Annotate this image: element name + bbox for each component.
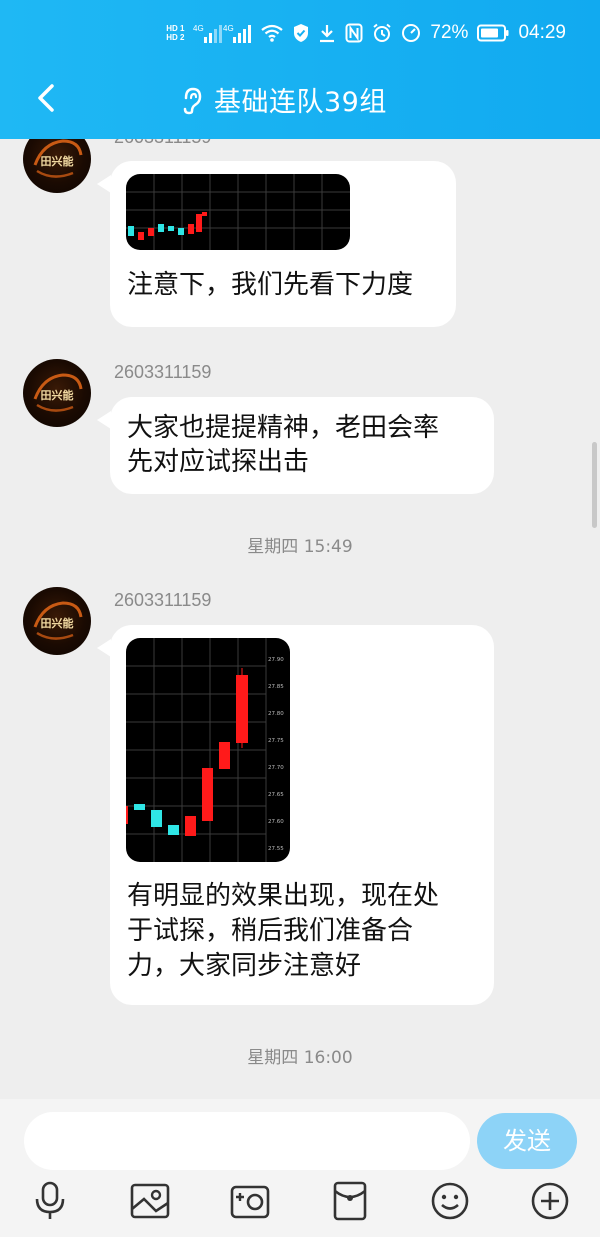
candlestick-chart-image[interactable] <box>126 174 350 250</box>
chat-title: 基础连队39组 <box>214 87 387 118</box>
svg-text:4G: 4G <box>223 24 234 33</box>
timestamp: 星期四 15:49 <box>247 537 353 557</box>
message-text-line: 大家也提提精神，老田会率 <box>127 413 440 443</box>
emoji-icon[interactable] <box>428 1179 472 1223</box>
bubble-tail <box>97 639 111 657</box>
chart-tick-label: 27.90 <box>268 657 284 663</box>
camera-icon[interactable] <box>228 1179 272 1223</box>
plus-icon[interactable] <box>528 1179 572 1223</box>
svg-text:4G: 4G <box>193 24 204 33</box>
composer-toolbar <box>0 1179 600 1229</box>
back-chevron-icon[interactable] <box>30 80 66 116</box>
sender-name: 2603311159 <box>114 590 212 610</box>
chart-tick-label: 27.80 <box>268 711 284 717</box>
bubble-tail <box>97 411 111 429</box>
send-button[interactable]: 发送 <box>477 1113 577 1169</box>
candlestick-chart-image[interactable]: 27.90 27.85 27.80 27.75 27.70 27.65 27.6… <box>126 638 290 862</box>
message-input[interactable] <box>24 1112 470 1170</box>
chart-tick-label: 27.55 <box>268 846 284 852</box>
speed-icon <box>402 24 421 42</box>
download-icon <box>320 25 335 43</box>
battery-percent: 72% <box>430 22 469 43</box>
ear-icon[interactable] <box>178 85 204 115</box>
composer-bar: 发送 <box>0 1099 600 1237</box>
status-bar: HD 1 HD 2 4G 4G 72% 04:29 <box>0 14 600 54</box>
svg-text:田兴能: 田兴能 <box>41 154 74 168</box>
chart-tick-label: 27.85 <box>268 684 284 690</box>
message-bubble[interactable]: 大家也提提精神，老田会率 先对应试探出击 <box>110 397 494 494</box>
chart-tick-label: 27.70 <box>268 765 284 771</box>
shield-icon <box>294 24 309 42</box>
sender-name: 2603311159 <box>114 139 211 148</box>
sender-name: 2603311159 <box>114 362 212 382</box>
message-text-line: 于试探，稍后我们准备合 <box>127 916 414 946</box>
nav-bar: 基础连队39组 <box>0 72 600 128</box>
dragon-logo-icon: 田兴能 <box>33 601 83 640</box>
hd-indicator: HD 1 HD 2 <box>166 24 185 42</box>
nfc-icon <box>345 23 363 43</box>
scrollbar[interactable] <box>592 442 597 528</box>
svg-text:田兴能: 田兴能 <box>41 388 74 402</box>
svg-text:田兴能: 田兴能 <box>41 616 74 630</box>
clock: 04:29 <box>518 22 566 43</box>
chart-tick-label: 27.60 <box>268 819 284 825</box>
message-text-line: 有明显的效果出现，现在处 <box>127 881 440 911</box>
message-bubble[interactable]: 注意下，我们先看下力度 <box>110 161 456 327</box>
red-packet-icon[interactable] <box>328 1179 372 1223</box>
avatar[interactable]: 田兴能 <box>23 139 91 193</box>
message-list[interactable]: 田兴能 2603311159 注意下，我们先看下力度 田兴能 <box>0 139 600 1099</box>
message-text-line: 力，大家同步注意好 <box>127 951 362 981</box>
bubble-tail <box>97 175 111 193</box>
image-icon[interactable] <box>128 1179 172 1223</box>
timestamp: 星期四 16:00 <box>247 1048 353 1068</box>
chart-tick-label: 27.75 <box>268 738 284 744</box>
chart-tick-label: 27.65 <box>268 792 284 798</box>
avatar[interactable]: 田兴能 <box>23 359 91 427</box>
message-text: 注意下，我们先看下力度 <box>127 270 414 300</box>
wifi-icon <box>261 24 284 42</box>
alarm-icon <box>373 23 392 42</box>
dragon-logo-icon: 田兴能 <box>33 373 83 412</box>
signal-icon: 4G 4G <box>193 24 252 43</box>
battery-icon <box>477 24 509 42</box>
message-bubble[interactable]: 27.90 27.85 27.80 27.75 27.70 27.65 27.6… <box>110 625 494 1005</box>
dragon-logo-icon: 田兴能 <box>33 139 83 178</box>
avatar[interactable]: 田兴能 <box>23 587 91 655</box>
message-text-line: 先对应试探出击 <box>127 447 310 477</box>
microphone-icon[interactable] <box>28 1179 72 1223</box>
top-bar: HD 1 HD 2 4G 4G 72% 04:29 基础连队39组 <box>0 0 600 139</box>
